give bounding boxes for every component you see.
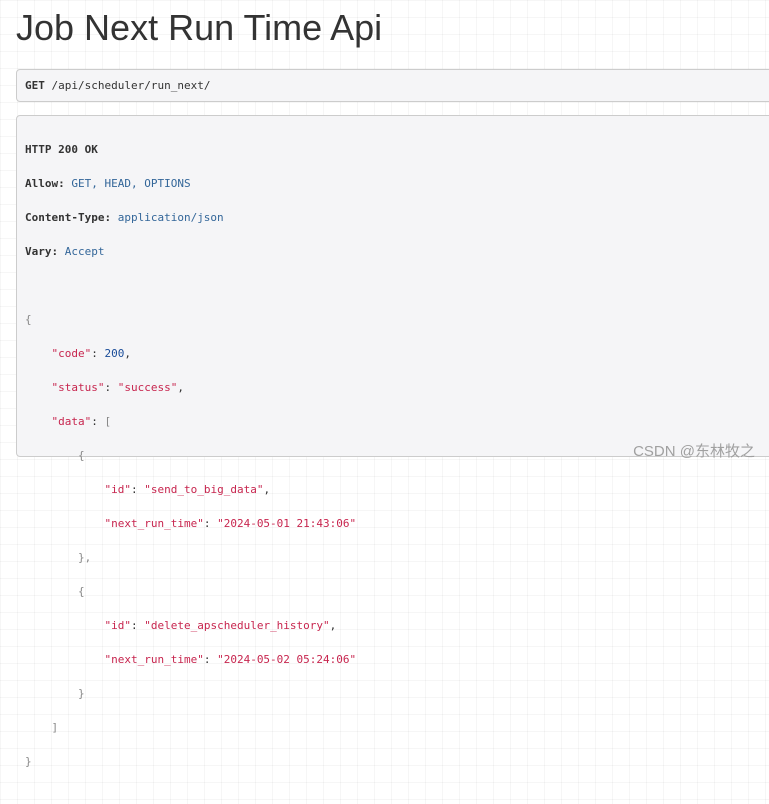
- json-value-id: "send_to_big_data": [144, 483, 264, 496]
- json-value-id: "delete_apscheduler_history": [144, 619, 330, 632]
- header-value-allow: GET, HEAD, OPTIONS: [71, 177, 191, 190]
- json-item-close-brace: }: [77, 687, 85, 700]
- json-open-bracket: [: [104, 415, 112, 428]
- json-key-next-run-time: "next_run_time": [104, 517, 204, 530]
- json-close-brace: }: [25, 755, 32, 768]
- header-value-content-type: application/json: [117, 211, 224, 224]
- response-body: HTTP 200 OK Allow: GET, HEAD, OPTIONS Co…: [25, 143, 357, 768]
- json-open-brace: {: [25, 313, 32, 326]
- request-path: /api/scheduler/run_next/: [51, 79, 211, 92]
- json-key-next-run-time: "next_run_time": [104, 653, 204, 666]
- response-status-line: HTTP 200 OK: [25, 143, 98, 156]
- request-info-box: GET /api/scheduler/run_next/: [16, 69, 769, 102]
- response-info-box: HTTP 200 OK Allow: GET, HEAD, OPTIONS Co…: [16, 115, 769, 768]
- request-method: GET: [25, 79, 45, 92]
- watermark: CSDN @东林牧之: [633, 443, 755, 460]
- json-item-open-brace: {: [77, 585, 85, 598]
- json-key-data: "data": [51, 415, 92, 428]
- json-key-id: "id": [104, 483, 131, 496]
- json-value-next-run-time: "2024-05-02 05:24:06": [217, 653, 357, 666]
- json-key-code: "code": [51, 347, 92, 360]
- json-value-status: "success": [117, 381, 178, 394]
- json-key-id: "id": [104, 619, 131, 632]
- json-key-status: "status": [51, 381, 105, 394]
- json-close-bracket: ]: [51, 721, 59, 734]
- header-value-vary: Accept: [64, 245, 105, 258]
- header-name-allow: Allow:: [25, 177, 65, 190]
- header-name-vary: Vary:: [25, 245, 59, 258]
- request-line: GET /api/scheduler/run_next/: [25, 79, 210, 93]
- json-item-close-brace: },: [77, 551, 92, 564]
- page-title: Job Next Run Time Api: [16, 7, 383, 48]
- json-value-code: 200: [104, 347, 125, 360]
- json-item-open-brace: {: [77, 449, 85, 462]
- json-value-next-run-time: "2024-05-01 21:43:06": [217, 517, 357, 530]
- header-name-content-type: Content-Type:: [25, 211, 112, 224]
